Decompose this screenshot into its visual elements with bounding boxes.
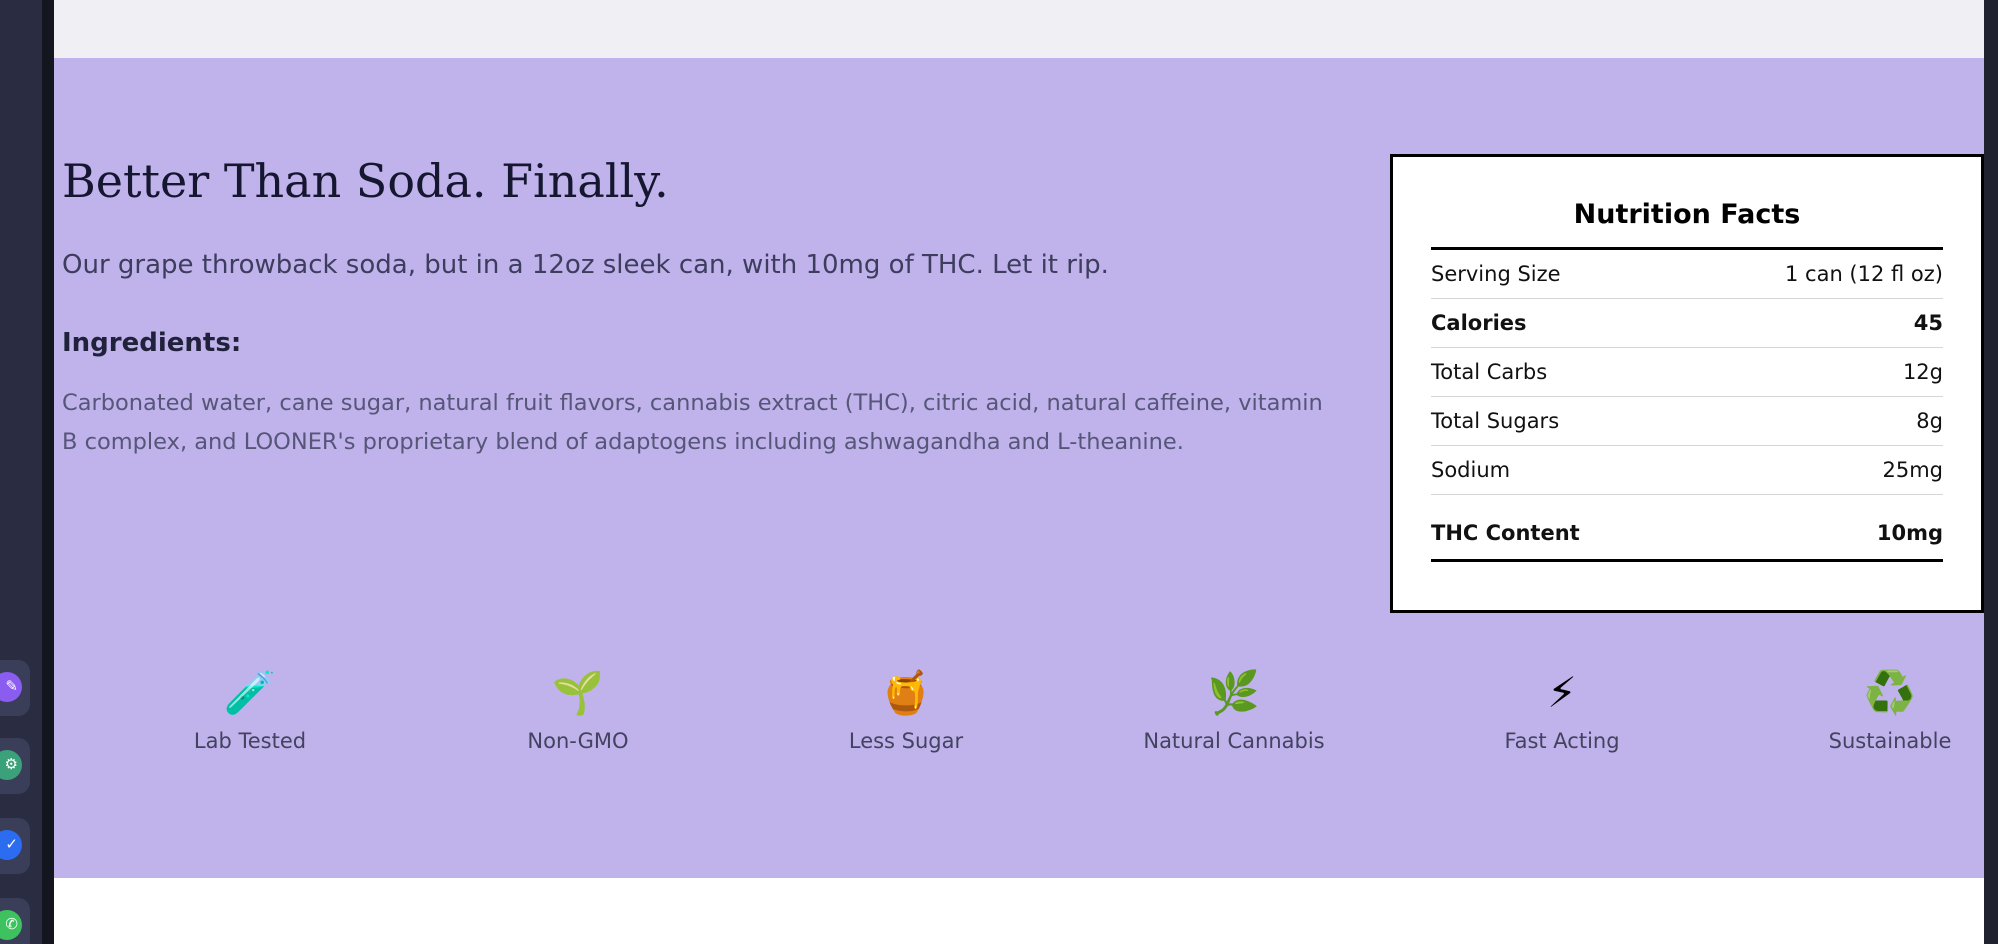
honey-pot-icon: 🍯	[879, 668, 933, 717]
nutrition-value: 8g	[1916, 409, 1943, 433]
features-row: 🧪 Lab Tested 🌱 Non-GMO 🍯 Less Sugar 🌿 Na…	[54, 666, 1984, 786]
nutrition-label: THC Content	[1431, 521, 1580, 545]
dock-app-chatgpt[interactable]: ⚙	[0, 738, 30, 794]
feature-label: Lab Tested	[193, 729, 307, 753]
nutrition-row-thc-content: THC Content 10mg	[1431, 495, 1943, 562]
dock-sidebar: ✎ ⚙ ✓ ✆	[0, 0, 42, 944]
messenger-app-icon[interactable]: ✓	[0, 830, 22, 860]
feature-label: Fast Acting	[1504, 729, 1620, 753]
nutrition-facts-title: Nutrition Facts	[1431, 157, 1943, 250]
nutrition-label: Serving Size	[1431, 262, 1561, 286]
nutrition-row-serving-size: Serving Size 1 can (12 fl oz)	[1431, 250, 1943, 299]
feature-natural-cannabis: 🌿 Natural Cannabis	[1084, 666, 1384, 753]
feature-fast-acting: ⚡ Fast Acting	[1412, 666, 1712, 753]
product-info-section: Better Than Soda. Finally. Our grape thr…	[54, 58, 1984, 878]
dock-app-messenger[interactable]: ✓	[0, 818, 30, 874]
nutrition-label: Total Sugars	[1431, 409, 1560, 433]
chatgpt-app-icon[interactable]: ⚙	[0, 750, 22, 780]
nutrition-label: Total Carbs	[1431, 360, 1548, 384]
nutrition-value: 12g	[1902, 360, 1943, 384]
recycle-icon: ♻️	[1863, 668, 1917, 717]
herb-icon: 🌿	[1207, 668, 1261, 717]
product-tagline: Our grape throwback soda, but in a 12oz …	[62, 250, 1109, 280]
dock-app-whatsapp[interactable]: ✆	[0, 898, 30, 944]
feature-less-sugar: 🍯 Less Sugar	[756, 666, 1056, 753]
nutrition-value: 25mg	[1882, 458, 1943, 482]
seedling-icon: 🌱	[551, 668, 605, 717]
nutrition-label: Calories	[1431, 311, 1527, 335]
ingredients-text: Carbonated water, cane sugar, natural fr…	[62, 390, 1323, 455]
whatsapp-app-icon[interactable]: ✆	[0, 910, 22, 940]
page-title: Better Than Soda. Finally.	[62, 154, 669, 208]
nutrition-row-calories: Calories 45	[1431, 299, 1943, 348]
window-edge	[42, 0, 54, 944]
feature-lab-tested: 🧪 Lab Tested	[100, 666, 400, 753]
lightning-icon: ⚡	[1547, 668, 1577, 717]
nutrition-label: Sodium	[1431, 458, 1511, 482]
feature-label: Natural Cannabis	[1143, 729, 1325, 753]
top-section	[54, 0, 1984, 58]
nutrition-row-sodium: Sodium 25mg	[1431, 446, 1943, 495]
ingredients-heading: Ingredients:	[62, 328, 242, 358]
test-tube-icon: 🧪	[223, 668, 277, 717]
feature-label: Sustainable	[1828, 729, 1952, 753]
feature-non-gmo: 🌱 Non-GMO	[428, 666, 728, 753]
nutrition-value: 45	[1913, 311, 1943, 335]
nutrition-facts-panel: Nutrition Facts Serving Size 1 can (12 f…	[1390, 154, 1984, 613]
feature-label: Non-GMO	[527, 729, 629, 753]
nutrition-value: 10mg	[1876, 521, 1943, 545]
feature-label: Less Sugar	[848, 729, 964, 753]
next-section	[54, 878, 1984, 944]
nutrition-row-total-carbs: Total Carbs 12g	[1431, 348, 1943, 397]
feature-sustainable: ♻️ Sustainable	[1740, 666, 1998, 753]
web-page: Better Than Soda. Finally. Our grape thr…	[54, 0, 1984, 944]
nutrition-row-total-sugars: Total Sugars 8g	[1431, 397, 1943, 446]
nutrition-value: 1 can (12 fl oz)	[1785, 262, 1943, 286]
window-right-edge	[1984, 0, 1998, 944]
pen-app-icon[interactable]: ✎	[0, 672, 22, 702]
dock-app-pen[interactable]: ✎	[0, 660, 30, 716]
